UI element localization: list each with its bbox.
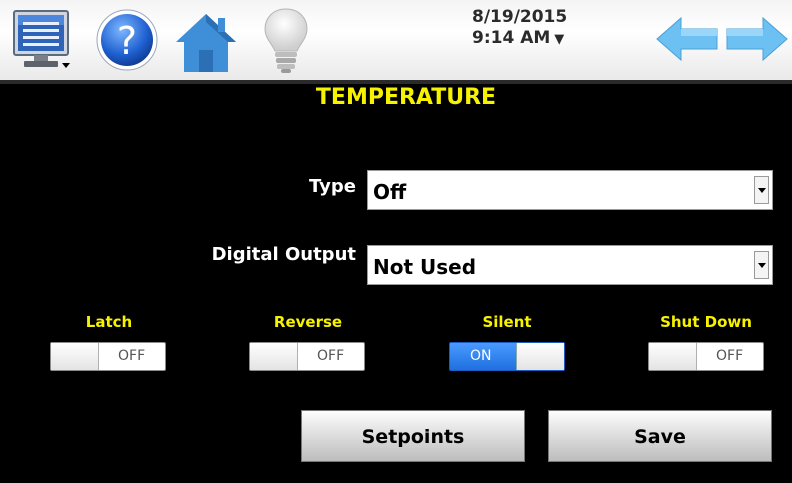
dropdown-arrow-icon[interactable]	[754, 251, 769, 279]
latch-toggle[interactable]: OFF	[50, 342, 166, 371]
toggle-knob	[250, 343, 298, 370]
toggle-knob	[649, 343, 697, 370]
date-text: 8/19/2015	[472, 7, 568, 27]
latch-state: OFF	[118, 348, 146, 364]
home-icon[interactable]	[172, 10, 240, 74]
digital-output-value: Not Used	[373, 255, 477, 279]
top-bar: ? 8/19/2015 9:14 AM ▼	[0, 0, 792, 80]
silent-state: ON	[470, 348, 492, 364]
latch-label: Latch	[85, 313, 133, 331]
silent-toggle[interactable]: ON	[449, 342, 565, 371]
date-time-display[interactable]: 8/19/2015 9:14 AM ▼	[440, 7, 632, 50]
dropdown-arrow-icon[interactable]	[754, 176, 769, 204]
reverse-state: OFF	[317, 348, 345, 364]
shut-down-state: OFF	[716, 348, 744, 364]
silent-label: Silent	[482, 313, 532, 331]
left-frame	[0, 84, 8, 483]
digital-output-dropdown[interactable]: Not Used	[367, 245, 773, 285]
toggle-knob	[516, 343, 564, 370]
screen: ? 8/19/2015 9:14 AM ▼ TEMPERATURE Type O…	[0, 0, 792, 483]
back-arrow-icon[interactable]	[655, 16, 720, 62]
monitor-menu-icon[interactable]	[12, 8, 74, 72]
reverse-label: Reverse	[273, 313, 343, 331]
help-icon[interactable]: ?	[95, 8, 159, 72]
lightbulb-icon[interactable]	[260, 6, 312, 76]
reverse-toggle[interactable]: OFF	[249, 342, 365, 371]
forward-arrow-icon[interactable]	[724, 16, 789, 62]
time-text: 9:14 AM	[472, 28, 551, 48]
shut-down-label: Shut Down	[660, 313, 752, 331]
type-dropdown[interactable]: Off	[367, 170, 773, 210]
toggle-knob	[51, 343, 99, 370]
svg-text:?: ?	[117, 19, 137, 63]
page-title: TEMPERATURE	[315, 85, 497, 110]
triangle-down-icon: ▼	[554, 32, 565, 47]
type-label: Type	[309, 176, 356, 197]
type-value: Off	[373, 180, 407, 204]
save-button[interactable]: Save	[548, 410, 772, 462]
shut-down-toggle[interactable]: OFF	[648, 342, 764, 371]
setpoints-button[interactable]: Setpoints	[301, 410, 525, 462]
right-frame	[784, 84, 792, 483]
digital-output-label: Digital Output	[211, 244, 356, 265]
